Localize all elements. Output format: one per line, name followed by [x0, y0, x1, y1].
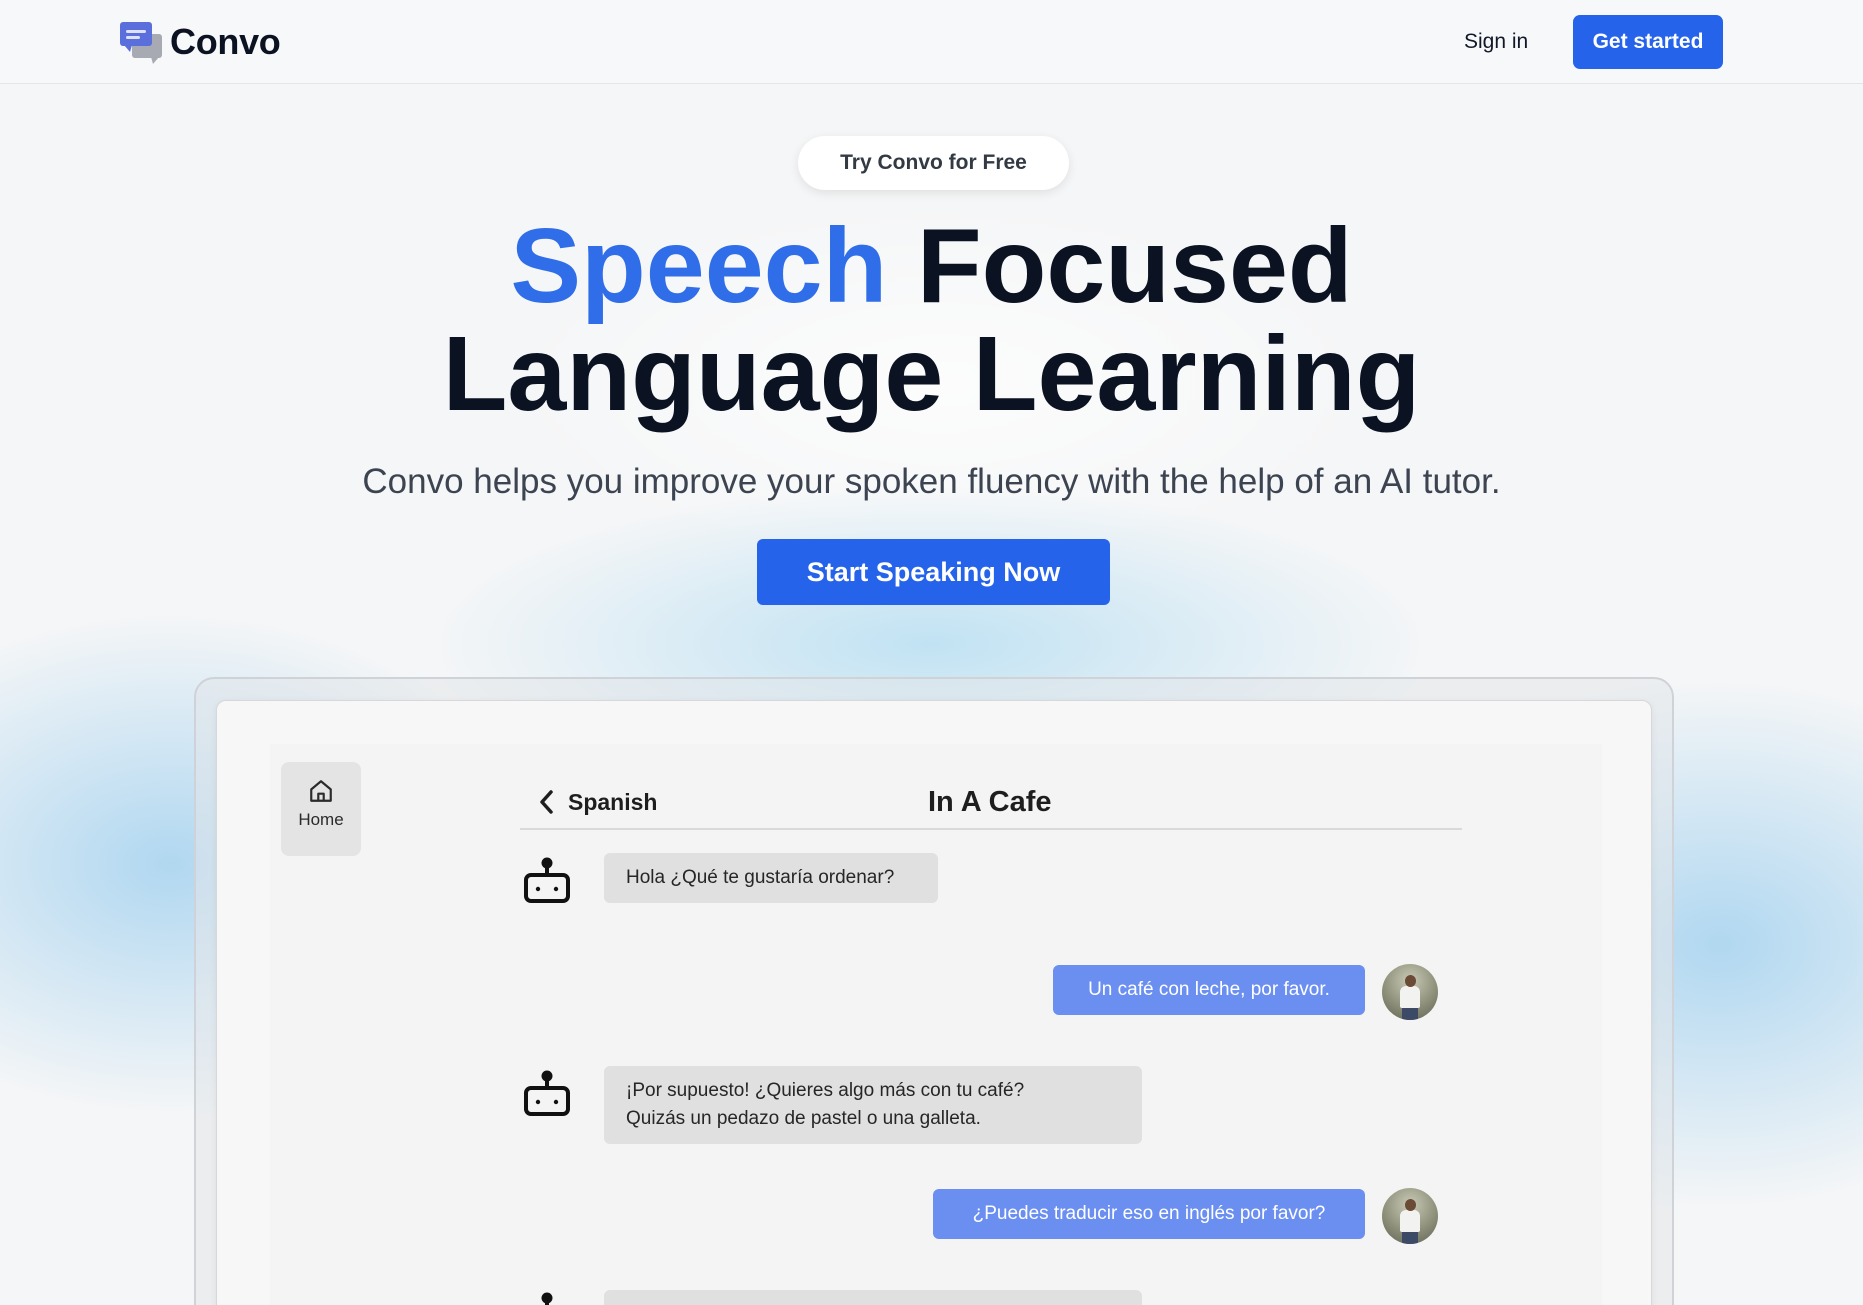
top-nav: Convo Sign in Get started — [0, 0, 1863, 84]
start-speaking-button[interactable]: Start Speaking Now — [757, 539, 1110, 605]
chevron-left-icon — [540, 790, 553, 814]
back-label: Spanish — [568, 788, 658, 815]
hero-subhead: Convo helps you improve your spoken flue… — [362, 462, 1501, 501]
robot-icon — [524, 857, 570, 903]
home-nav-button[interactable]: Home — [281, 762, 361, 856]
bot-message: ¡Por supuesto! ¿Quieres algo más con tu … — [604, 1066, 1142, 1144]
headline-accent: Speech — [510, 207, 888, 325]
user-message-text: Un café con leche, por favor. — [1088, 979, 1330, 1000]
brand-logo[interactable]: Convo — [120, 20, 281, 64]
try-free-pill[interactable]: Try Convo for Free — [798, 136, 1069, 190]
bot-message-text: Quizás un pedazo de pastel o una galleta… — [626, 1108, 981, 1129]
robot-icon — [524, 1070, 570, 1116]
user-message-text: ¿Puedes traducir eso en inglés por favor… — [972, 1203, 1326, 1224]
get-started-button[interactable]: Get started — [1573, 15, 1723, 69]
bot-message-text: ¡Por supuesto! ¿Quieres algo más con tu … — [626, 1080, 1025, 1101]
robot-icon — [541, 1292, 553, 1305]
headline-rest: Focused — [916, 207, 1353, 325]
bot-message-text: Hola ¿Qué te gustaría ordenar? — [626, 867, 895, 888]
chat-bubbles-logo-icon — [120, 20, 164, 64]
user-avatar — [1382, 1188, 1438, 1244]
home-icon — [310, 780, 332, 802]
home-label: Home — [298, 810, 344, 829]
bot-message-partial — [604, 1290, 1142, 1305]
chat-title: In A Cafe — [928, 785, 1052, 818]
brand-name: Convo — [170, 21, 281, 62]
chat-header: Spanish In A Cafe — [520, 778, 1462, 830]
headline-line2: Language Learning — [442, 315, 1421, 433]
sign-in-button[interactable]: Sign in — [1440, 22, 1552, 62]
bot-message: Hola ¿Qué te gustaría ordenar? — [604, 853, 938, 903]
back-button[interactable]: Spanish — [520, 782, 657, 822]
user-message: ¿Puedes traducir eso en inglés por favor… — [933, 1189, 1365, 1239]
user-avatar — [1382, 964, 1438, 1020]
user-message: Un café con leche, por favor. — [1053, 965, 1365, 1015]
hero-headline: Speech Focused Language Learning — [0, 212, 1863, 428]
